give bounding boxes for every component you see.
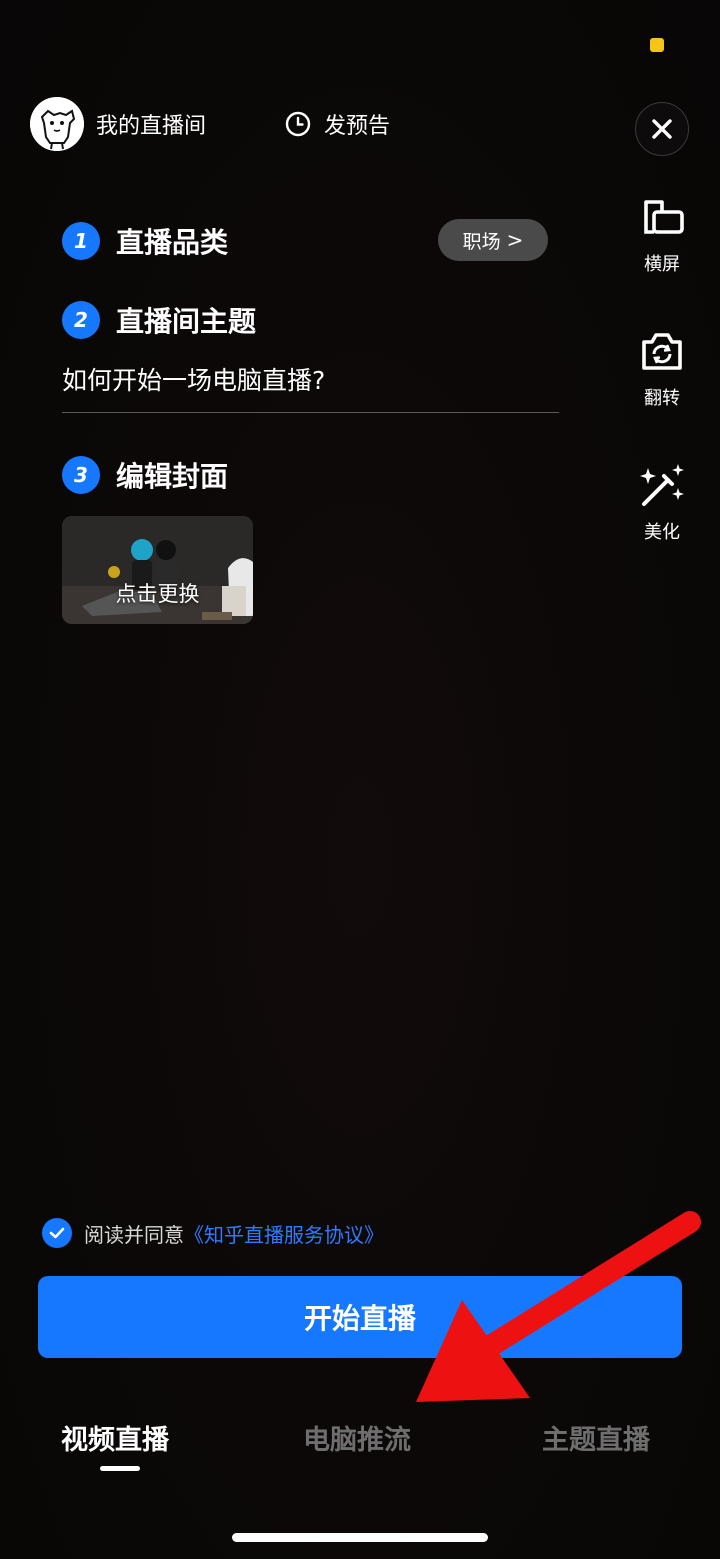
close-button[interactable]: [635, 102, 689, 156]
step-number-badge: 2: [62, 301, 100, 339]
flip-tool[interactable]: 翻转: [630, 324, 694, 410]
start-live-button[interactable]: 开始直播: [38, 1276, 682, 1358]
preview-label: 发预告: [324, 114, 391, 139]
clock-icon: [285, 111, 311, 137]
step-title: 直播间主题: [116, 305, 257, 338]
change-cover-label: 点击更换: [115, 582, 200, 606]
topic-input[interactable]: 如何开始一场电脑直播?: [62, 355, 559, 413]
tab-theme-live[interactable]: 主题直播: [542, 1418, 650, 1457]
agreement-row: 阅读并同意 《知乎直播服务协议》: [42, 1218, 384, 1248]
category-selector[interactable]: 职场 >: [438, 219, 548, 261]
agreement-text: 阅读并同意: [84, 1222, 184, 1247]
avatar: [30, 97, 84, 151]
status-indicator: [650, 38, 664, 52]
landscape-tool[interactable]: 横屏: [630, 190, 694, 276]
step-cover: 3 编辑封面: [62, 455, 228, 495]
flip-label: 翻转: [644, 388, 680, 409]
tab-video-live[interactable]: 视频直播: [61, 1418, 169, 1457]
room-name: 我的直播间: [96, 114, 207, 139]
home-indicator: [232, 1533, 488, 1542]
room-header[interactable]: 我的直播间: [30, 96, 206, 152]
live-setup-screen: 我的直播间 发预告 横屏 翻转 美化 1 直播品类 职场 > 2 直播间主题 如…: [0, 0, 720, 1559]
beautify-label: 美化: [644, 522, 680, 543]
chevron-right-icon: >: [506, 228, 524, 252]
step-title: 编辑封面: [116, 460, 229, 493]
step-title: 直播品类: [116, 226, 229, 259]
step-topic: 2 直播间主题: [62, 300, 256, 340]
flip-camera-icon: [642, 333, 682, 370]
beautify-tool[interactable]: 美化: [630, 458, 694, 544]
step-category: 1 直播品类: [62, 221, 228, 261]
agreement-link[interactable]: 《知乎直播服务协议》: [184, 1219, 384, 1248]
checkmark-icon: [49, 1227, 65, 1239]
category-value: 职场: [462, 230, 501, 253]
step-number-badge: 3: [62, 456, 100, 494]
tab-pc-stream[interactable]: 电脑推流: [303, 1418, 411, 1457]
preview-button[interactable]: 发预告: [284, 106, 390, 142]
landscape-icon: [644, 200, 684, 234]
cover-image[interactable]: 点击更换: [62, 516, 253, 624]
beautify-wand-icon: [640, 464, 684, 506]
step-number-badge: 1: [62, 222, 100, 260]
landscape-label: 横屏: [644, 254, 680, 275]
active-tab-indicator: [100, 1466, 140, 1471]
close-icon: [652, 119, 672, 139]
agreement-checkbox[interactable]: [42, 1218, 72, 1248]
